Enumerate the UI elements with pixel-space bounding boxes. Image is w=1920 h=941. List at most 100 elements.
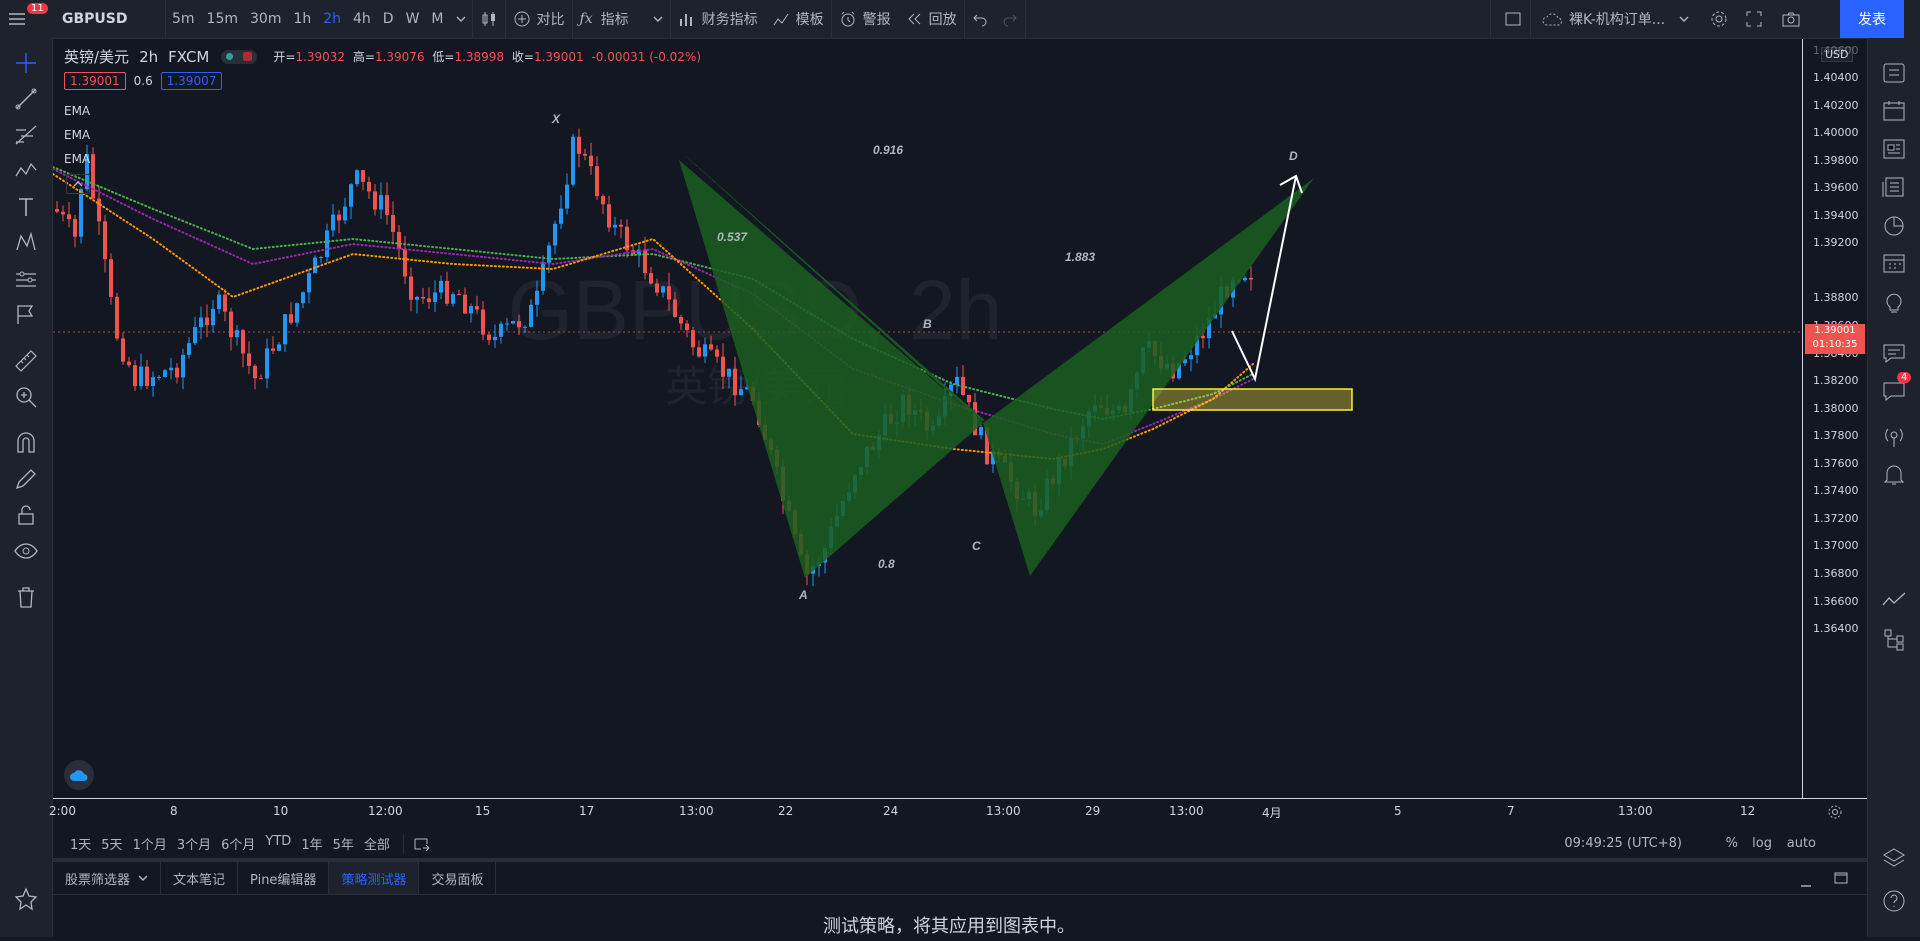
menu-button[interactable]: 11 xyxy=(0,0,50,38)
tradingview-logo[interactable] xyxy=(64,760,94,790)
tab-text-notes[interactable]: 文本笔记 xyxy=(161,862,239,894)
zoom-icon[interactable] xyxy=(13,384,39,410)
fib-retracement-icon[interactable] xyxy=(13,122,39,148)
ruler-icon[interactable] xyxy=(13,348,39,374)
fullscreen-button[interactable] xyxy=(1738,0,1770,38)
indicators-label: 指标 xyxy=(600,12,629,28)
range-4[interactable]: 6个月 xyxy=(216,834,260,853)
range-5[interactable]: YTD xyxy=(260,834,296,853)
clock[interactable]: 09:49:25 (UTC+8) xyxy=(1559,836,1687,851)
range-2[interactable]: 1个月 xyxy=(128,834,172,853)
pattern-wing-xab-visible xyxy=(680,151,983,420)
interval-30m[interactable]: 30m xyxy=(244,0,287,38)
chat-icon[interactable] xyxy=(1881,340,1907,366)
lock-icon[interactable] xyxy=(13,502,39,528)
snapshot-button[interactable] xyxy=(1774,0,1808,38)
data-window-icon[interactable] xyxy=(1881,174,1907,200)
interval-2h[interactable]: 2h xyxy=(317,0,347,38)
interval-4h[interactable]: 4h xyxy=(347,0,377,38)
news-icon[interactable] xyxy=(1881,136,1907,162)
indicator-ema-3[interactable]: EMA xyxy=(64,152,90,166)
financials-button[interactable]: 财务指标 xyxy=(671,0,765,38)
panel-minimize-button[interactable] xyxy=(1799,874,1813,893)
eye-icon[interactable] xyxy=(13,538,39,564)
time-axis[interactable]: 2:00 8 10 12:00 15 17 13:00 22 24 13:00 29 13:00 4月 5… xyxy=(49,798,1867,825)
object-tree-icon[interactable] xyxy=(1881,626,1907,652)
pattern-icon[interactable] xyxy=(13,158,39,184)
trading-panel-icon[interactable] xyxy=(1881,588,1907,614)
harmonic-pattern-shapes[interactable] xyxy=(53,39,1867,798)
market-status-toggle[interactable] xyxy=(221,49,258,64)
range-3[interactable]: 3个月 xyxy=(172,834,216,853)
indicators-button[interactable]: ƒx 指标 xyxy=(573,0,670,38)
collapse-legend-button[interactable] xyxy=(66,174,90,194)
chevron-down-icon xyxy=(653,16,663,22)
legend-title[interactable]: 英镑/美元 xyxy=(64,46,129,67)
replay-button[interactable]: 回放 xyxy=(898,0,964,38)
trend-line-icon[interactable] xyxy=(13,86,39,112)
streams-icon[interactable] xyxy=(1881,424,1907,450)
panel-maximize-button[interactable] xyxy=(1833,870,1849,890)
crosshair-icon[interactable] xyxy=(13,50,39,76)
sell-price-button[interactable]: 1.39001 xyxy=(64,72,126,90)
interval-M[interactable]: M xyxy=(425,0,449,38)
ideas-lightbulb-icon[interactable] xyxy=(1881,288,1907,314)
prediction-icon[interactable] xyxy=(13,266,39,292)
text-icon[interactable] xyxy=(13,194,39,220)
layout-select-button[interactable] xyxy=(1497,0,1529,38)
undo-button[interactable] xyxy=(965,0,995,38)
time-tick: 10 xyxy=(273,804,289,818)
tab-stock-screener[interactable]: 股票筛选器 xyxy=(53,862,162,894)
axis-settings-icon[interactable] xyxy=(1827,804,1843,820)
help-icon[interactable] xyxy=(1881,888,1907,914)
auto-toggle[interactable]: auto xyxy=(1782,836,1821,851)
interval-W[interactable]: W xyxy=(400,0,426,38)
compare-button[interactable]: 对比 xyxy=(506,0,572,38)
percent-toggle[interactable]: % xyxy=(1721,836,1743,851)
tab-strategy-tester[interactable]: 策略测试器 xyxy=(329,862,420,894)
publish-button[interactable]: 发表 xyxy=(1840,0,1904,38)
range-0[interactable]: 1天 xyxy=(65,834,96,853)
chart-style-button[interactable] xyxy=(473,0,505,38)
range-1[interactable]: 5天 xyxy=(96,834,127,853)
interval-5m[interactable]: 5m xyxy=(166,0,201,38)
interval-dropdown[interactable] xyxy=(450,0,472,38)
flag-icon[interactable] xyxy=(13,302,39,328)
indicator-ema-2[interactable]: EMA xyxy=(64,128,90,142)
trash-icon[interactable] xyxy=(13,584,39,610)
alerts-bell-icon[interactable] xyxy=(1881,462,1907,488)
magnet-icon[interactable] xyxy=(13,430,39,456)
pencil-lock-icon[interactable] xyxy=(13,466,39,492)
symbol-search[interactable]: GBPUSD xyxy=(50,0,165,38)
square-icon xyxy=(1505,12,1521,26)
layers-icon[interactable] xyxy=(1881,846,1907,872)
buy-price-button[interactable]: 1.39007 xyxy=(160,72,223,90)
templates-button[interactable]: 模板 xyxy=(765,0,831,38)
range-8[interactable]: 全部 xyxy=(359,834,395,853)
range-6[interactable]: 1年 xyxy=(296,834,327,853)
range-7[interactable]: 5年 xyxy=(328,834,359,853)
events-calendar-icon[interactable] xyxy=(1881,250,1907,276)
messages-button[interactable]: 4 xyxy=(1881,372,1912,404)
alert-button[interactable]: 警报 xyxy=(832,0,898,38)
goto-date-icon[interactable] xyxy=(412,835,430,853)
price-tick: 1.39800 xyxy=(1813,154,1859,167)
indicator-ema-1[interactable]: EMA xyxy=(64,104,90,118)
xabcd-pattern-icon[interactable] xyxy=(13,230,39,256)
tab-trading-panel[interactable]: 交易面板 xyxy=(419,862,497,894)
interval-15m[interactable]: 15m xyxy=(201,0,244,38)
star-icon[interactable] xyxy=(13,886,39,912)
tab-pine-editor[interactable]: Pine编辑器 xyxy=(238,862,330,894)
settings-button[interactable] xyxy=(1702,0,1736,38)
hotlist-icon[interactable] xyxy=(1881,212,1907,238)
interval-D[interactable]: D xyxy=(377,0,400,38)
interval-1h[interactable]: 1h xyxy=(287,0,317,38)
price-axis[interactable]: USD 1.40600 1.40400 1.40200 1.40000 1.39800 1… xyxy=(1802,39,1868,798)
watchlist-icon[interactable] xyxy=(1881,60,1907,86)
layout-name-button[interactable]: 裸K-机构订单... xyxy=(1534,0,1696,38)
candles-icon xyxy=(482,12,495,26)
calendar-icon[interactable] xyxy=(1881,98,1907,124)
layout-name: 裸K-机构订单... xyxy=(1569,12,1666,28)
redo-button[interactable] xyxy=(995,0,1025,38)
log-toggle[interactable]: log xyxy=(1747,836,1777,851)
